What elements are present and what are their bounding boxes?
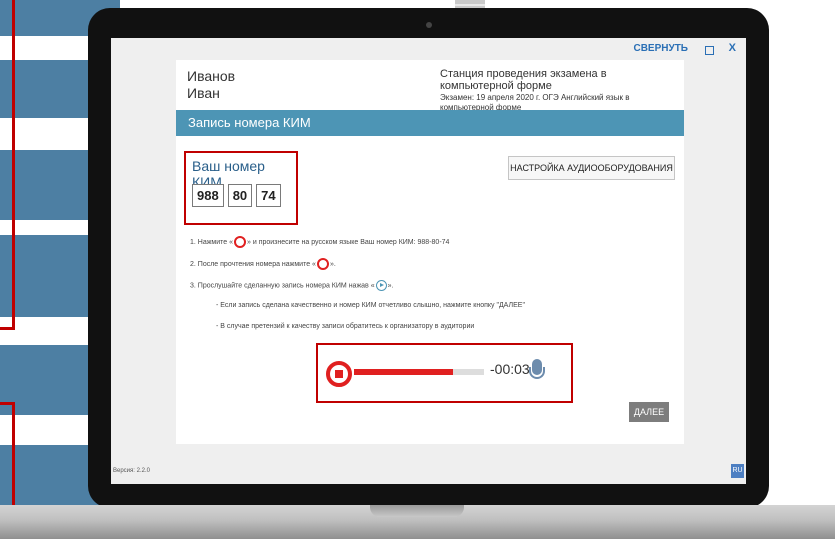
instruction-text: 3. Прослушайте сделанную запись номера К… bbox=[190, 282, 375, 290]
next-button[interactable]: ДАЛЕЕ bbox=[629, 402, 669, 422]
instruction-text: » и произнесите на русском языке Ваш ном… bbox=[247, 238, 450, 246]
student-last-name: Иванов bbox=[187, 68, 236, 84]
instruction-step-1: 1. Нажмите « » и произнесите на русском я… bbox=[190, 236, 449, 248]
kim-digit-group: 80 bbox=[227, 184, 253, 207]
main-panel: Иванов Иван Станция проведения экзамена … bbox=[176, 60, 684, 444]
kim-digits: 988 80 74 bbox=[192, 184, 281, 207]
microphone-stand-icon bbox=[529, 367, 545, 379]
play-icon bbox=[375, 280, 387, 291]
student-first-name: Иван bbox=[187, 85, 220, 101]
instruction-text: 2. После прочтения номера нажмите « bbox=[190, 260, 316, 268]
instruction-note-2: - В случае претензий к качеству записи о… bbox=[216, 323, 475, 330]
close-button[interactable]: X bbox=[729, 42, 736, 54]
audio-recorder: -00:03 bbox=[316, 343, 573, 403]
student-name: Иванов Иван bbox=[187, 68, 235, 102]
station-title: Станция проведения экзамена в компьютерн… bbox=[440, 68, 607, 92]
instruction-text: ». bbox=[329, 260, 336, 268]
station-info: Станция проведения экзамена в компьютерн… bbox=[440, 68, 680, 113]
recording-timer: -00:03 bbox=[490, 361, 530, 377]
instruction-step-3: 3. Прослушайте сделанную запись номера К… bbox=[190, 280, 393, 291]
bg-red-line bbox=[12, 0, 15, 330]
instruction-text: ». bbox=[387, 282, 394, 290]
instruction-note-1: - Если запись сделана качественно и номе… bbox=[216, 302, 525, 309]
instruction-step-2: 2. После прочтения номера нажмите « ». bbox=[190, 258, 336, 270]
kim-digit-group: 74 bbox=[256, 184, 281, 207]
recording-progress-track bbox=[354, 369, 484, 375]
recording-progress-fill bbox=[354, 369, 453, 375]
section-header: Запись номера КИМ bbox=[176, 110, 684, 136]
maximize-icon[interactable] bbox=[705, 46, 714, 55]
app-screen: СВЕРНУТЬ X Иванов Иван Станция проведени… bbox=[111, 38, 746, 484]
section-title: Запись номера КИМ bbox=[188, 115, 311, 130]
camera-icon bbox=[426, 22, 432, 28]
laptop-notch bbox=[370, 505, 464, 517]
instruction-text: 1. Нажмите « bbox=[190, 238, 233, 246]
version-label: Версия: 2.2.0 bbox=[113, 468, 150, 474]
kim-digit-group: 988 bbox=[192, 184, 224, 207]
audio-settings-button[interactable]: НАСТРОЙКА АУДИООБОРУДОВАНИЯ bbox=[508, 156, 675, 180]
window-titlebar: СВЕРНУТЬ X bbox=[111, 38, 746, 60]
minimize-button[interactable]: СВЕРНУТЬ bbox=[633, 43, 688, 54]
record-icon bbox=[234, 236, 246, 248]
language-button[interactable]: RU bbox=[731, 464, 744, 478]
stop-record-button[interactable] bbox=[326, 361, 352, 387]
stop-icon bbox=[316, 258, 329, 270]
kim-number-box: Ваш номер КИМ 988 80 74 bbox=[184, 151, 298, 225]
bg-red-line bbox=[0, 327, 15, 330]
